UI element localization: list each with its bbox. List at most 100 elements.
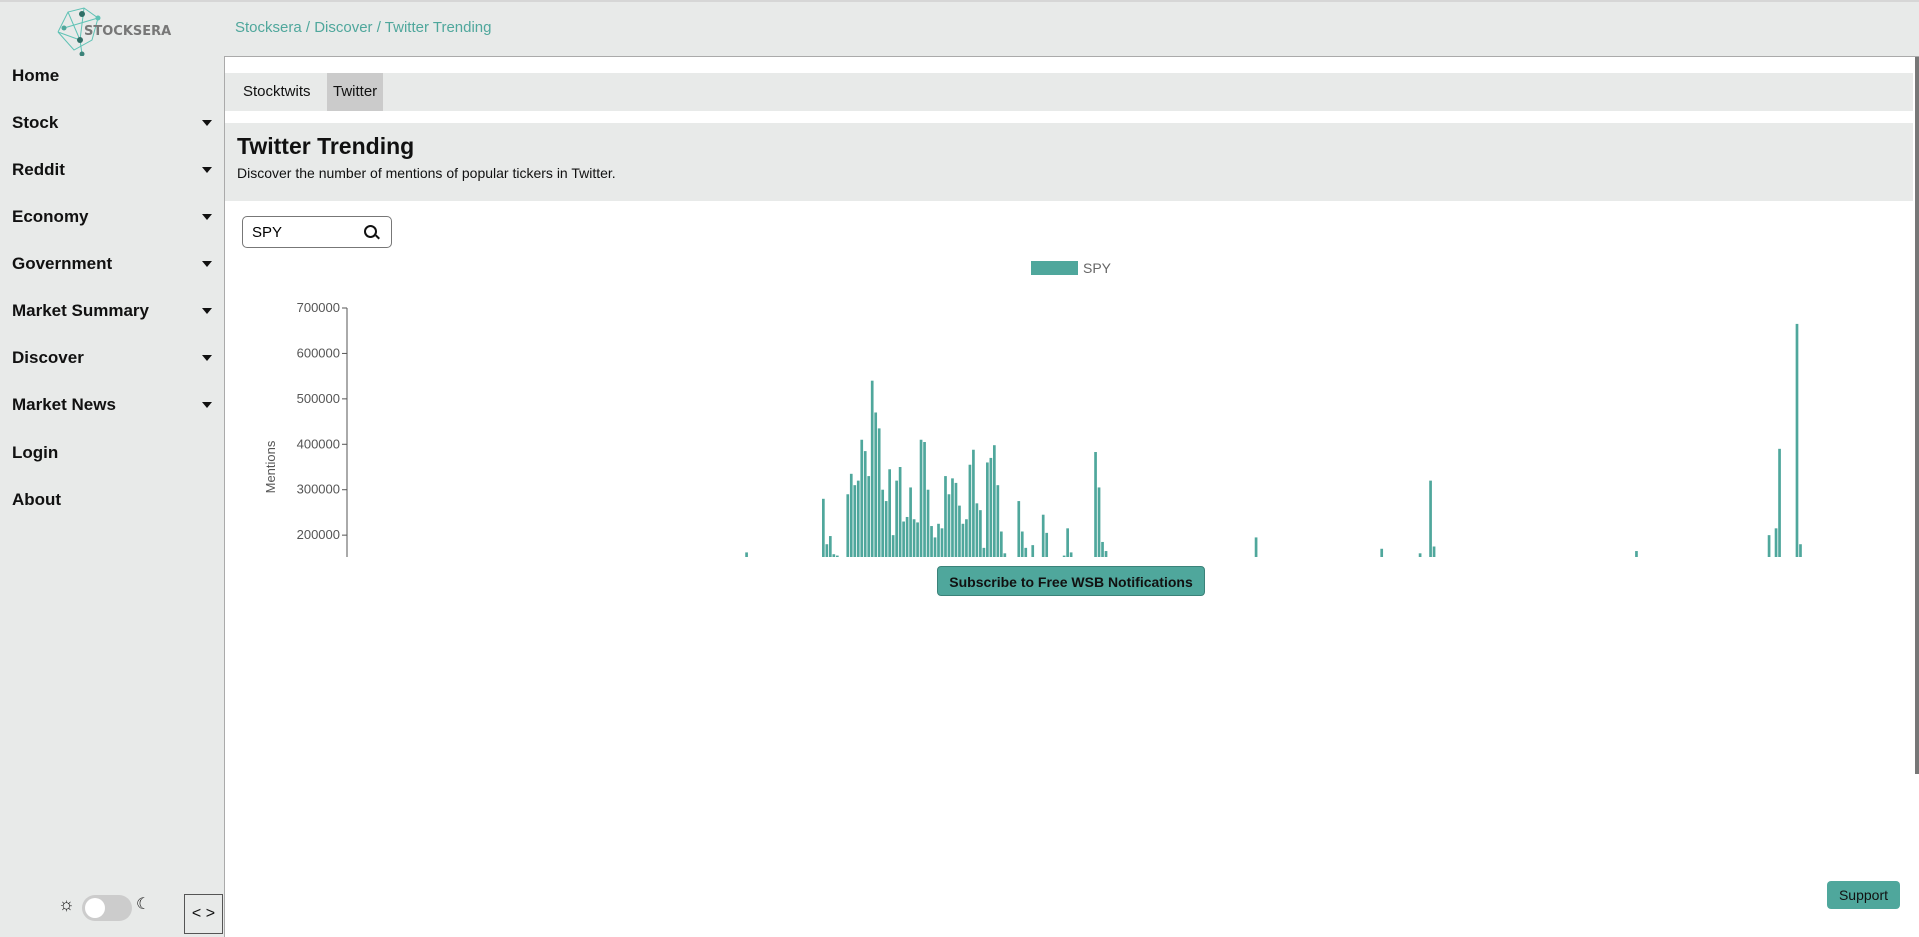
bar[interactable] [1101,541,1104,557]
bar[interactable] [996,485,1000,557]
bar[interactable] [1254,537,1258,557]
bar[interactable] [849,473,853,557]
bar[interactable] [822,498,825,557]
bar[interactable] [874,412,878,557]
bar[interactable] [1635,551,1638,557]
bar[interactable] [1041,514,1045,557]
bar[interactable] [947,494,951,557]
bar[interactable] [1094,452,1097,557]
sidebar-item-government[interactable]: Government [12,254,212,274]
bar[interactable] [846,494,850,557]
bar[interactable] [930,526,933,557]
bar[interactable] [916,522,919,557]
bar[interactable] [867,476,871,557]
bar[interactable] [835,555,839,557]
bar[interactable] [891,535,895,557]
bar[interactable] [986,462,989,557]
bar[interactable] [881,489,885,557]
bar[interactable] [968,464,972,557]
bar[interactable] [1774,528,1778,557]
caret-down-icon [202,120,212,126]
bar[interactable] [863,451,867,557]
bar[interactable] [1795,323,1799,557]
breadcrumb[interactable]: Stocksera / Discover / Twitter Trending [235,19,492,36]
bar[interactable] [982,547,986,557]
bar[interactable] [940,528,944,557]
scrollbar[interactable] [1915,57,1919,774]
stocksera-logo[interactable]: STOCKSERA [54,4,174,56]
bar[interactable] [1418,553,1422,557]
bar[interactable] [1380,548,1384,557]
bar[interactable] [937,523,940,557]
sidebar-item-label: Market News [12,395,116,414]
bar[interactable] [1097,487,1101,557]
bar[interactable] [975,503,979,557]
bar[interactable] [884,501,888,557]
sidebar-item-discover[interactable]: Discover [12,348,212,368]
bar[interactable] [1020,531,1024,557]
bar[interactable] [853,485,857,557]
bar[interactable] [961,523,965,557]
bar[interactable] [895,480,898,557]
bar[interactable] [825,544,829,557]
sidebar-item-home[interactable]: Home [12,66,212,86]
bar[interactable] [944,476,947,557]
bar[interactable] [972,449,975,557]
bar[interactable] [902,521,905,557]
sidebar-item-market-summary[interactable]: Market Summary [12,301,212,321]
bar[interactable] [909,487,912,557]
collapse-sidebar-button[interactable]: < > [184,894,223,934]
bar[interactable] [989,457,993,557]
bar[interactable] [951,478,954,557]
bar[interactable] [919,439,923,557]
bar[interactable] [828,536,832,557]
bar[interactable] [898,467,902,557]
theme-toggle[interactable] [82,895,132,921]
bar[interactable] [1104,551,1108,557]
bar[interactable] [860,439,864,557]
bar[interactable] [954,482,958,557]
sidebar-item-stock[interactable]: Stock [12,113,212,133]
sidebar-item-market-news[interactable]: Market News [12,395,212,415]
legend-label[interactable]: SPY [1083,260,1112,276]
bar[interactable] [1045,532,1049,557]
sidebar-item-login[interactable]: Login [12,443,212,463]
bar[interactable] [1799,544,1802,557]
bar[interactable] [923,442,926,557]
bar[interactable] [1003,553,1007,557]
bar[interactable] [1432,546,1436,558]
bar[interactable] [1767,535,1771,557]
bar[interactable] [979,510,982,557]
bar[interactable] [1429,480,1432,557]
bar[interactable] [905,516,909,557]
bar[interactable] [1024,547,1028,557]
bar[interactable] [745,552,748,557]
bar[interactable] [1778,448,1781,557]
bar[interactable] [877,428,881,557]
caret-down-icon [202,355,212,361]
support-button[interactable]: Support [1827,881,1900,909]
bar[interactable] [832,554,836,557]
bar[interactable] [912,519,916,557]
bar[interactable] [1017,501,1021,557]
bar[interactable] [958,505,961,557]
bar[interactable] [1066,528,1069,557]
bar[interactable] [888,469,892,557]
bar[interactable] [856,480,860,557]
bar[interactable] [870,380,874,557]
subscribe-button[interactable]: Subscribe to Free WSB Notifications [937,566,1205,596]
sidebar-item-reddit[interactable]: Reddit [12,160,212,180]
bar[interactable] [1031,545,1035,557]
sidebar-item-about[interactable]: About [12,490,212,510]
bar[interactable] [1069,552,1073,557]
bar[interactable] [926,489,930,557]
bar[interactable] [965,519,968,557]
sidebar-item-economy[interactable]: Economy [12,207,212,227]
bar[interactable] [999,531,1003,557]
bar[interactable] [1062,555,1066,557]
sidebar-item-label: Market Summary [12,301,150,320]
bar[interactable] [933,537,937,557]
caret-down-icon [202,261,212,267]
legend-swatch[interactable] [1031,261,1078,275]
bar[interactable] [993,445,996,557]
